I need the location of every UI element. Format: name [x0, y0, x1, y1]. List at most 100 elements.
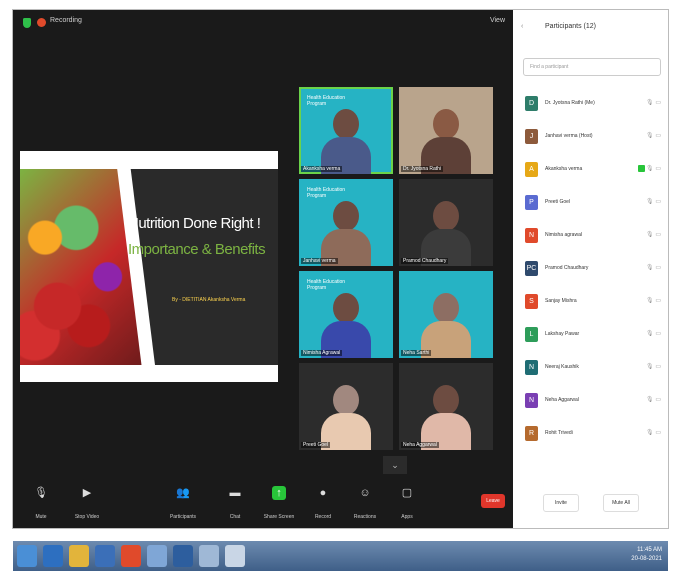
- apps-button[interactable]: ▢ Apps: [385, 486, 429, 520]
- participant-name: Preeti Goel: [545, 199, 571, 205]
- tile-name: Neha Sarthi: [401, 350, 432, 356]
- participant-name: Nimisha agrawal: [545, 232, 582, 238]
- system-clock[interactable]: 11:45 AM 20-08-2021: [631, 546, 662, 564]
- start-icon[interactable]: [17, 545, 37, 567]
- participant-face: [433, 109, 459, 139]
- participant-row[interactable]: P Preeti Goel 🎙 ▭: [521, 193, 663, 213]
- meeting-area: Recording View Nutrition Done Right ! Im…: [13, 10, 513, 528]
- participant-face: [333, 385, 359, 415]
- gallery-grid: Health Education Program Akanksha verma …: [299, 87, 494, 450]
- sharing-icon: [638, 165, 645, 172]
- browser-icon[interactable]: [43, 545, 63, 567]
- folder-icon[interactable]: [69, 545, 89, 567]
- participant-status-icons[interactable]: 🎙 ▭: [646, 330, 661, 337]
- participant-name: Akanksha verma: [545, 166, 583, 172]
- invite-button[interactable]: Invite: [543, 494, 579, 512]
- shared-screen: Nutrition Done Right ! Importance & Bene…: [20, 151, 278, 382]
- share-screen-button[interactable]: ↑ Share Screen: [257, 486, 301, 520]
- participant-status-icons[interactable]: 🎙 ▭: [646, 264, 661, 271]
- video-tile[interactable]: Preeti Goel: [299, 363, 393, 450]
- participant-face: [433, 293, 459, 323]
- video-tile[interactable]: Neha Sarthi: [399, 271, 493, 358]
- tile-name: Nimisha Agrawal: [301, 350, 343, 356]
- tile-name: Preeti Goel: [301, 442, 331, 448]
- participant-row[interactable]: D Dr. Jyotsna Rathi (Me) 🎙 ▭: [521, 94, 663, 114]
- apps-label: Apps: [401, 514, 413, 520]
- participant-row[interactable]: L Lakshay Pawar 🎙 ▭: [521, 325, 663, 345]
- chat-button[interactable]: ▬ Chat: [213, 486, 257, 520]
- record-button[interactable]: ● Record: [301, 486, 345, 520]
- meeting-topbar: Recording View: [13, 10, 513, 36]
- video-tile[interactable]: Pramod Chaudhary: [399, 179, 493, 266]
- video-tile[interactable]: Neha Aggarwal: [399, 363, 493, 450]
- participant-row[interactable]: S Sanjay Mishra 🎙 ▭: [521, 292, 663, 312]
- chat-label: Chat: [229, 514, 241, 520]
- participant-status-icons[interactable]: 🎙 ▭: [646, 132, 661, 139]
- participant-search-input[interactable]: Find a participant: [523, 58, 661, 76]
- media-icon[interactable]: [95, 545, 115, 567]
- participant-status-icons[interactable]: 🎙 ▭: [646, 99, 661, 106]
- participant-row[interactable]: A Akanksha verma 🎙 ▭: [521, 160, 663, 180]
- participant-name: Sanjay Mishra: [545, 298, 577, 304]
- participant-face: [333, 109, 359, 139]
- zoom-app-icon[interactable]: [173, 545, 193, 567]
- slide-byline: By - DIETITIAN Akanksha Verma: [172, 297, 246, 303]
- participant-status-icons[interactable]: 🎙 ▭: [646, 198, 661, 205]
- participant-face: [333, 293, 359, 323]
- participant-name: Rohit Trivedi: [545, 430, 573, 436]
- app-icon[interactable]: [147, 545, 167, 567]
- participant-status-icons[interactable]: 🎙 ▭: [646, 297, 661, 304]
- avatar: N: [525, 393, 538, 408]
- reactions-icon: ☺: [359, 487, 371, 499]
- video-tile[interactable]: Health Education Program Akanksha verma: [299, 87, 393, 174]
- participant-status-icons[interactable]: 🎙 ▭: [646, 231, 661, 238]
- chrome-icon[interactable]: [121, 545, 141, 567]
- participant-status-icons[interactable]: 🎙 ▭: [646, 429, 661, 436]
- video-camera-icon: ▶: [82, 487, 92, 499]
- participant-row[interactable]: N Nimisha agrawal 🎙 ▭: [521, 226, 663, 246]
- microphone-icon: 🎙: [34, 487, 48, 499]
- reactions-label: Reactions: [353, 514, 377, 520]
- tile-name: Dr. Jyotsna Rathi: [401, 166, 444, 172]
- participants-panel-title: Participants (12): [545, 23, 596, 30]
- chat-icon: ▬: [229, 487, 241, 499]
- mute-button[interactable]: 🎙 Mute: [19, 486, 63, 520]
- participants-panel: ‹ Participants (12) Find a participant D…: [513, 10, 668, 528]
- app-icon[interactable]: [225, 545, 245, 567]
- avatar: J: [525, 129, 538, 144]
- video-tile[interactable]: Health Education Program Janhavi verma: [299, 179, 393, 266]
- participant-status-icons[interactable]: 🎙 ▭: [646, 396, 661, 403]
- tile-name: Neha Aggarwal: [401, 442, 439, 448]
- leave-button[interactable]: Leave: [481, 494, 505, 508]
- participant-row[interactable]: N Neeraj Kaushik 🎙 ▭: [521, 358, 663, 378]
- presentation-slide: Nutrition Done Right ! Importance & Bene…: [20, 169, 278, 365]
- participant-status-icons[interactable]: 🎙 ▭: [646, 165, 661, 172]
- participant-row[interactable]: R Rohit Trivedi 🎙 ▭: [521, 424, 663, 444]
- recording-icon: [37, 18, 46, 27]
- participant-row[interactable]: J Janhavi verma (Host) 🎙 ▭: [521, 127, 663, 147]
- participant-row[interactable]: PC Pramod Chaudhary 🎙 ▭: [521, 259, 663, 279]
- record-label: Record: [314, 514, 332, 520]
- view-button[interactable]: View: [490, 17, 505, 24]
- avatar: A: [525, 162, 538, 177]
- share-screen-label: Share Screen: [263, 514, 295, 520]
- participant-row[interactable]: N Neha Aggarwal 🎙 ▭: [521, 391, 663, 411]
- security-shield-icon[interactable]: [23, 18, 31, 28]
- reactions-button[interactable]: ☺ Reactions: [343, 486, 387, 520]
- video-tile[interactable]: Health Education Program Nimisha Agrawal: [299, 271, 393, 358]
- participants-button[interactable]: 👥 Participants: [161, 486, 205, 520]
- tile-name: Akanksha verma: [301, 166, 343, 172]
- video-tile[interactable]: Dr. Jyotsna Rathi: [399, 87, 493, 174]
- mute-all-button[interactable]: Mute All: [603, 494, 639, 512]
- collapse-panel-icon[interactable]: ‹: [521, 23, 523, 30]
- zoom-window: Recording View Nutrition Done Right ! Im…: [13, 10, 668, 528]
- chevron-down-icon[interactable]: ⌄: [383, 456, 407, 474]
- app-icon[interactable]: [199, 545, 219, 567]
- participant-name: Neha Aggarwal: [545, 397, 579, 403]
- participant-status-icons[interactable]: 🎙 ▭: [646, 363, 661, 370]
- tile-name: Pramod Chaudhary: [401, 258, 449, 264]
- participants-icon: 👥: [176, 487, 190, 499]
- stop-video-button[interactable]: ▶ Stop Video: [65, 486, 109, 520]
- participants-label: Participants: [169, 514, 197, 520]
- avatar: P: [525, 195, 538, 210]
